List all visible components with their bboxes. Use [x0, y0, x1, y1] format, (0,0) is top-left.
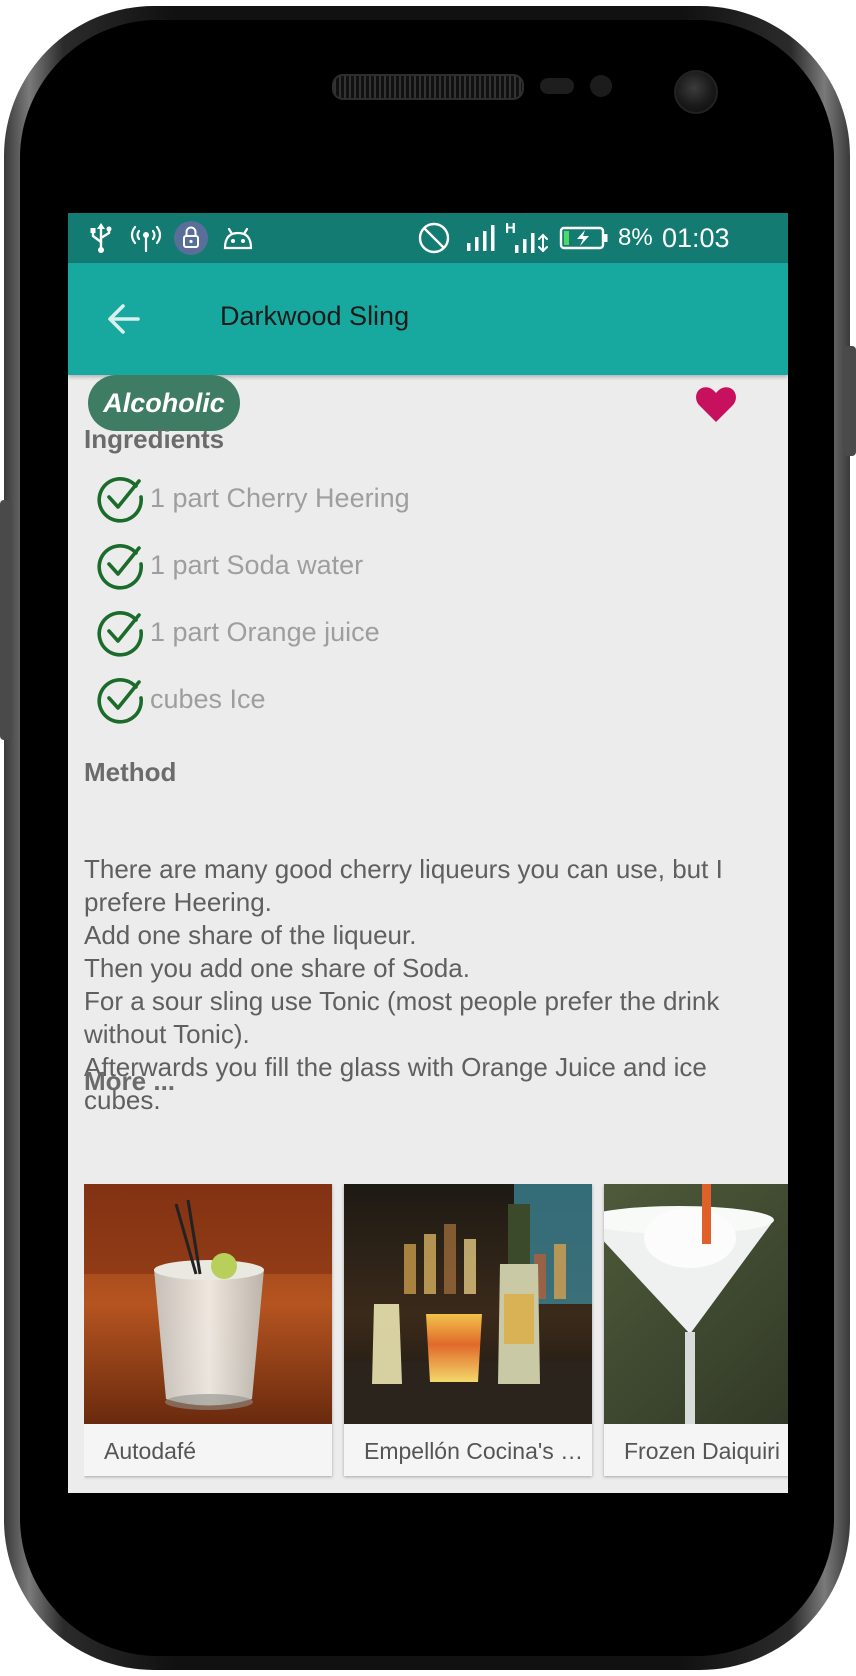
method-text: There are many good cherry liqueurs you … [84, 854, 723, 1115]
vpn-lock-icon [172, 221, 210, 255]
proximity-sensor [540, 78, 574, 94]
phone-power-button [844, 346, 856, 456]
ingredients-heading: Ingredients [84, 424, 225, 454]
ingredient-text: 1 part Soda water [150, 549, 364, 580]
check-circle-icon [97, 611, 143, 657]
drink-photo-empellon [344, 1184, 592, 1424]
do-not-disturb-icon [416, 221, 452, 255]
signal-icon [464, 221, 500, 255]
drink-card-label: Empellón Cocina's Fat-Washed Mezcal [364, 1438, 584, 1464]
favorite-button[interactable] [690, 381, 742, 427]
drink-card-label: Autodafé [104, 1438, 197, 1464]
more-heading: More ... [84, 1066, 176, 1096]
ingredient-text: 1 part Cherry Heering [150, 482, 410, 513]
ingredient-text: 1 part Orange juice [150, 616, 380, 647]
arrow-back-icon [108, 304, 140, 334]
app-screen: H 8% 01:03 Darkwood Sling Alcoholic Ingr… [68, 213, 788, 1493]
drink-card[interactable]: Empellón Cocina's Fat-Washed Mezcal [344, 1184, 592, 1476]
page-title: Darkwood Sling [220, 301, 410, 331]
ingredient-item: 1 part Cherry Heering [94, 470, 410, 526]
clock: 01:03 [662, 223, 730, 253]
ingredient-item: 1 part Orange juice [94, 604, 380, 660]
android-debug-icon [218, 221, 258, 255]
battery-charging-icon [558, 221, 610, 255]
app-toolbar: Darkwood Sling [68, 263, 788, 375]
method-heading: Method [84, 757, 177, 787]
ingredient-item: 1 part Soda water [94, 537, 363, 593]
light-sensor [590, 75, 612, 97]
ingredient-text: cubes Ice [150, 683, 266, 714]
drink-card[interactable]: Frozen Daiquiri [604, 1184, 788, 1476]
status-bar: H 8% 01:03 [68, 213, 788, 263]
related-drinks-carousel[interactable]: Autodafé Empellón Cocina's F Frozen Daiq… [84, 1184, 788, 1490]
earpiece-speaker [332, 74, 524, 100]
usb-icon [86, 221, 116, 255]
check-circle-icon [97, 544, 143, 590]
heart-icon [696, 387, 736, 422]
network-type-label: H [505, 220, 516, 237]
ingredient-item: cubes Ice [94, 671, 266, 727]
front-camera [674, 70, 718, 114]
drink-card[interactable]: Autodafé [84, 1184, 332, 1476]
hotspot-icon [126, 221, 166, 255]
drink-photo-autodafe [84, 1184, 332, 1424]
check-circle-icon [97, 477, 143, 523]
check-circle-icon [97, 678, 143, 724]
drink-card-label: Frozen Daiquiri [624, 1438, 780, 1464]
category-chip: Alcoholic [88, 375, 240, 431]
drink-photo-frozen-daiquiri [604, 1184, 788, 1424]
battery-level: 8% [618, 224, 653, 251]
phone-volume-button [0, 500, 12, 740]
back-button[interactable] [98, 293, 150, 345]
